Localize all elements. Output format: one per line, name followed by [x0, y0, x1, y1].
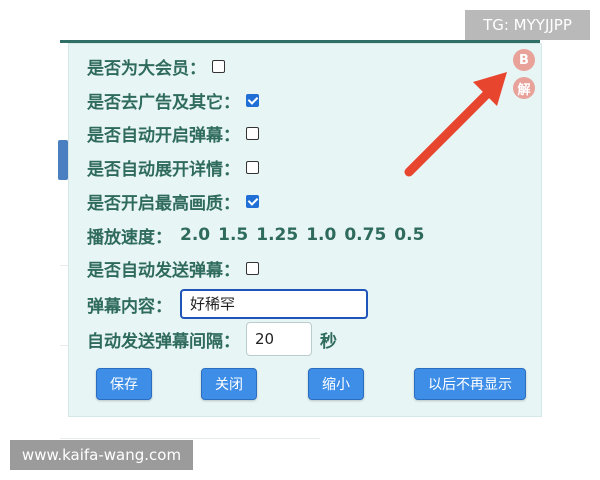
interval-input[interactable]: 20 [246, 322, 312, 356]
speed-option-1-0[interactable]: 1.0 [306, 225, 336, 245]
auto-danmaku-on-checkbox[interactable] [246, 126, 259, 140]
close-button[interactable]: 关闭 [201, 368, 257, 400]
option-label: 是否开启最高画质： [87, 193, 240, 214]
option-highest-quality: 是否开启最高画质： [87, 188, 259, 214]
speed-label: 播放速度： [87, 227, 172, 248]
option-auto-danmaku-on: 是否自动开启弹幕： [87, 120, 259, 146]
speed-option-0-5[interactable]: 0.5 [394, 225, 424, 245]
option-label: 是否自动开启弹幕： [87, 125, 240, 146]
option-auto-expand: 是否自动展开详情： [87, 154, 259, 180]
interval-row: 自动发送弹幕间隔： 20 秒 [87, 321, 337, 357]
divider [60, 438, 320, 439]
jie-icon[interactable]: 解 [513, 77, 535, 99]
tg-watermark: TG: MYYJJPP [465, 10, 590, 40]
site-watermark: www.kaifa-wang.com [10, 440, 193, 470]
danmaku-content-input[interactable]: 好稀罕 [180, 289, 368, 319]
vip-checkbox[interactable] [212, 59, 225, 73]
option-label: 是否自动发送弹幕： [87, 260, 240, 281]
option-auto-send-danmaku: 是否自动发送弹幕： [87, 255, 259, 281]
option-label: 是否为大会员： [87, 58, 206, 79]
option-label: 是否去广告及其它： [87, 92, 240, 113]
page-side-tab [58, 140, 68, 180]
option-remove-ads: 是否去广告及其它： [87, 87, 259, 113]
speed-option-1-25[interactable]: 1.25 [256, 225, 298, 245]
b-icon[interactable]: B [513, 49, 535, 71]
playback-speed: 播放速度： 2.0 1.5 1.25 1.0 0.75 0.5 [87, 222, 424, 248]
danmaku-content-row: 弹幕内容： 好稀罕 [87, 287, 368, 321]
option-label: 是否自动展开详情： [87, 159, 240, 180]
never-show-button[interactable]: 以后不再显示 [414, 368, 526, 400]
speed-option-1-5[interactable]: 1.5 [218, 225, 248, 245]
arrow-icon [404, 72, 507, 177]
option-vip: 是否为大会员： [87, 53, 225, 79]
speed-option-2-0[interactable]: 2.0 [180, 225, 210, 245]
auto-send-danmaku-checkbox[interactable] [246, 261, 259, 275]
danmaku-content-label: 弹幕内容： [87, 296, 172, 317]
interval-unit: 秒 [320, 331, 337, 352]
remove-ads-checkbox[interactable] [246, 93, 259, 107]
highest-quality-checkbox[interactable] [246, 194, 259, 208]
interval-label: 自动发送弹幕间隔： [87, 331, 240, 352]
save-button[interactable]: 保存 [96, 368, 152, 400]
speed-option-0-75[interactable]: 0.75 [344, 225, 386, 245]
auto-expand-checkbox[interactable] [246, 160, 259, 174]
minimize-button[interactable]: 缩小 [308, 368, 364, 400]
